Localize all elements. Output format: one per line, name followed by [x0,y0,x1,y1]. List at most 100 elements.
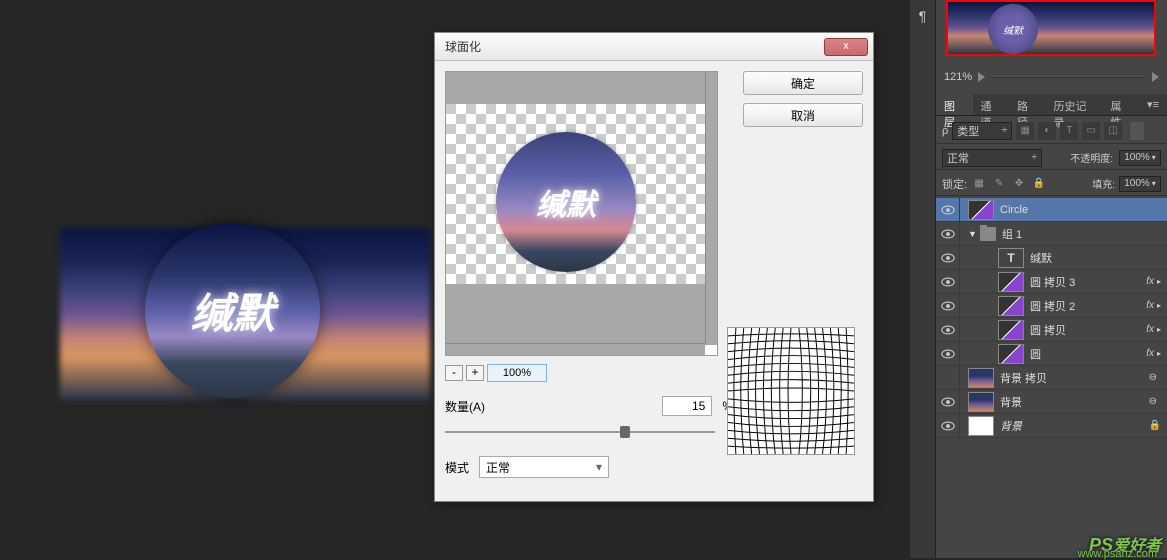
tab-channels[interactable]: 通道 [973,94,1010,115]
layer-name[interactable]: 缄默 [1030,250,1161,266]
layer-thumbnail [968,200,994,220]
layer-row[interactable]: 背景🔒 [936,414,1167,438]
layer-name[interactable]: 背景 拷贝 [1000,370,1149,386]
zoom-in-button[interactable]: + [466,365,484,381]
slider-thumb[interactable] [620,426,630,438]
layer-name[interactable]: 圆 拷贝 [1030,322,1146,338]
canvas-document[interactable]: 缄默 [60,228,430,400]
filter-toggle[interactable] [1130,122,1144,140]
lock-transparent-icon[interactable]: ▦ [971,176,987,192]
visibility-toggle[interactable] [936,270,960,293]
visibility-toggle[interactable] [936,294,960,317]
layer-name[interactable]: 圆 [1030,346,1146,362]
mode-select[interactable]: 正常 [479,456,609,478]
layer-row[interactable]: ▼ 组 1 [936,222,1167,246]
fx-badge[interactable]: fx [1146,324,1154,335]
navigator-thumbnail[interactable]: 缄默 [946,0,1156,56]
zoom-value[interactable]: 100% [487,364,547,382]
layer-row[interactable]: Circle [936,198,1167,222]
close-button[interactable]: x [824,38,868,56]
group-expand-arrow[interactable]: ▼ [968,229,980,239]
fill-value[interactable]: 100% [1119,176,1161,192]
ok-button[interactable]: 确定 [743,71,863,95]
visibility-toggle[interactable] [936,198,960,221]
filter-shape-icon[interactable]: ▭ [1082,122,1100,140]
tab-paths[interactable]: 路径 [1009,94,1046,115]
layers-list: Circle▼组 1T缄默圆 拷贝 3fx▸圆 拷贝 2fx▸圆 拷贝fx▸圆f… [936,198,1167,558]
zoom-in-icon[interactable] [1152,72,1159,82]
visibility-toggle[interactable] [936,390,960,413]
collapsed-panel-strip[interactable]: ¶ [910,0,936,558]
filter-text-icon[interactable]: T [1060,122,1078,140]
fx-expand-arrow[interactable]: ▸ [1157,301,1161,310]
preview-scrollbar-horizontal[interactable] [446,343,705,355]
fx-expand-arrow[interactable]: ▸ [1157,349,1161,358]
lock-label: 锁定: [942,176,967,192]
layer-name[interactable]: 圆 拷贝 3 [1030,274,1146,290]
layer-row[interactable]: 背景⊖ [936,390,1167,414]
link-icon: ⊖ [1149,396,1157,407]
filter-pixel-icon[interactable]: ▦ [1016,122,1034,140]
visibility-toggle[interactable] [936,246,960,269]
mode-label: 模式 [445,459,469,476]
filter-adjust-icon[interactable]: ◐ [1038,122,1056,140]
layer-row[interactable]: 圆 拷贝fx▸ [936,318,1167,342]
tab-history[interactable]: 历史记录 [1046,94,1103,115]
layer-thumbnail [998,320,1024,340]
visibility-toggle[interactable] [936,222,960,245]
text-layer-icon: T [998,248,1024,268]
navigator-zoom-value[interactable]: 121% [944,71,972,83]
paragraph-panel-icon[interactable]: ¶ [910,8,935,24]
lock-all-icon[interactable]: 🔒 [1031,176,1047,192]
opacity-label: 不透明度: [1070,150,1113,165]
layer-name[interactable]: 圆 拷贝 2 [1030,298,1146,314]
link-icon: ⊖ [1149,372,1157,383]
layer-thumbnail [998,272,1024,292]
cancel-button[interactable]: 取消 [743,103,863,127]
navigator-zoom-strip: 121% [936,66,1167,88]
layer-name[interactable]: 组 1 [1002,226,1161,242]
visibility-toggle[interactable] [936,318,960,341]
layer-row[interactable]: 圆fx▸ [936,342,1167,366]
right-panels: ¶ 缄默 121% 图层 通道 路径 历史记录 属性 ▾≡ ρ 类型 ▦ ◐ T… [935,0,1167,558]
layer-row[interactable]: 背景 拷贝⊖ [936,366,1167,390]
zoom-out-icon[interactable] [978,72,985,82]
lock-pixels-icon[interactable]: ✎ [991,176,1007,192]
preview-scrollbar-vertical[interactable] [705,72,717,345]
filter-kind-select[interactable]: 类型 [952,122,1012,140]
zoom-slider[interactable] [991,76,1146,78]
preview-circle: 缄默 [496,132,636,272]
layer-filter-bar: ρ 类型 ▦ ◐ T ▭ ◫ [936,118,1167,144]
fill-label: 填充: [1092,176,1115,191]
lock-position-icon[interactable]: ✥ [1011,176,1027,192]
fx-badge[interactable]: fx [1146,276,1154,287]
amount-slider[interactable] [445,424,715,440]
visibility-toggle[interactable] [936,342,960,365]
folder-icon [980,227,996,241]
fx-badge[interactable]: fx [1146,348,1154,359]
blend-mode-select[interactable]: 正常 [942,149,1042,167]
filter-preview[interactable]: 缄默 [445,71,718,356]
zoom-out-button[interactable]: - [445,365,463,381]
visibility-toggle[interactable] [936,366,960,389]
fx-expand-arrow[interactable]: ▸ [1157,277,1161,286]
spherize-dialog: 球面化 x 缄默 - + 100% 数量(A) [434,32,874,502]
layer-row[interactable]: 圆 拷贝 3fx▸ [936,270,1167,294]
opacity-value[interactable]: 100% [1119,150,1161,166]
layer-name[interactable]: 背景 [1000,418,1149,434]
filter-smartobj-icon[interactable]: ◫ [1104,122,1122,140]
dialog-titlebar[interactable]: 球面化 x [435,33,873,61]
panel-menu-icon[interactable]: ▾≡ [1139,94,1167,115]
layer-name[interactable]: Circle [1000,204,1161,216]
amount-input[interactable] [662,396,712,416]
fx-badge[interactable]: fx [1146,300,1154,311]
canvas-text: 缄默 [190,280,274,341]
layer-row[interactable]: T 缄默 [936,246,1167,270]
layer-row[interactable]: 圆 拷贝 2fx▸ [936,294,1167,318]
layer-name[interactable]: 背景 [1000,394,1149,410]
fx-expand-arrow[interactable]: ▸ [1157,325,1161,334]
tab-properties[interactable]: 属性 [1103,94,1140,115]
visibility-toggle[interactable] [936,414,960,437]
panel-tabs: 图层 通道 路径 历史记录 属性 ▾≡ [936,94,1167,116]
tab-layers[interactable]: 图层 [936,94,973,115]
